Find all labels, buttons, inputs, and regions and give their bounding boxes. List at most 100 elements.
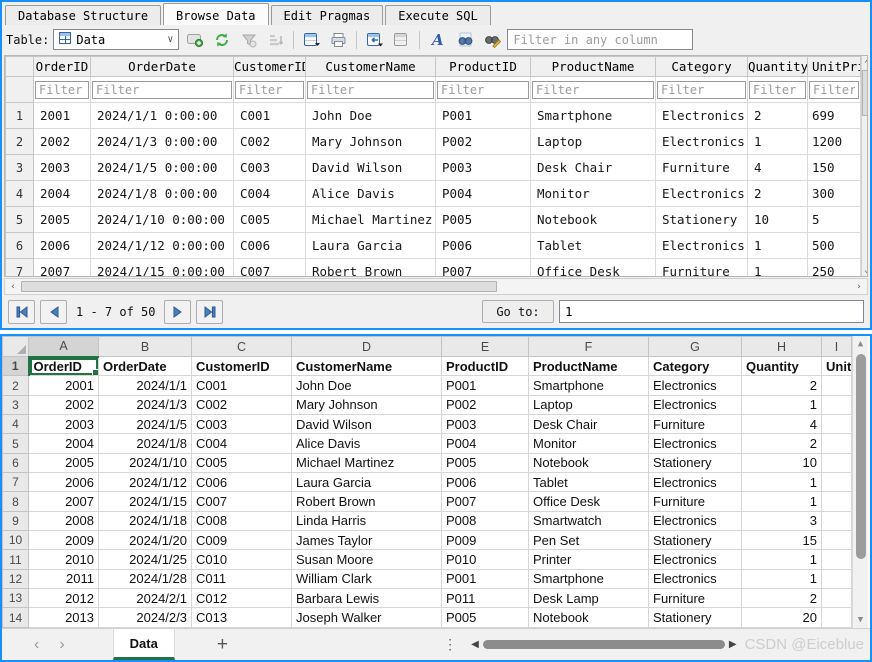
xl-cell[interactable]: C011 (192, 569, 292, 588)
db-filter-input[interactable] (657, 81, 746, 99)
db-cell[interactable]: 150 (808, 155, 861, 181)
db-cell[interactable]: C004 (234, 181, 306, 207)
db-cell[interactable]: Laura Garcia (306, 233, 436, 259)
xl-cell[interactable]: Electronics (649, 569, 742, 588)
db-cell[interactable]: Robert Brown (306, 259, 436, 278)
db-cell[interactable]: Notebook (531, 207, 656, 233)
select-all-cell[interactable] (3, 337, 29, 357)
xl-row[interactable]: 520042024/1/8C004Alice DavisP004MonitorE… (3, 434, 852, 453)
db-cell[interactable]: 250 (808, 259, 861, 278)
xl-cell[interactable]: Furniture (649, 589, 742, 608)
xl-header-row[interactable]: 1OrderIDOrderDateCustomerIDCustomerNameP… (3, 357, 852, 376)
xl-cell[interactable]: Notebook (529, 608, 649, 628)
xl-cell[interactable]: James Taylor (292, 531, 442, 550)
db-column-header[interactable]: ProductID (436, 57, 531, 77)
db-cell[interactable]: Stationery (656, 207, 748, 233)
xl-cell[interactable] (822, 473, 852, 492)
row-number[interactable]: 3 (3, 395, 29, 414)
xl-row[interactable]: 220012024/1/1C001John DoeP001SmartphoneE… (3, 376, 852, 395)
tab-execute-sql[interactable]: Execute SQL (385, 5, 490, 25)
xl-cell[interactable] (822, 511, 852, 530)
scrollbar-thumb[interactable] (856, 354, 866, 559)
db-cell[interactable]: C005 (234, 207, 306, 233)
db-cell[interactable]: Electronics (656, 181, 748, 207)
table-select[interactable]: Data ∨ (53, 29, 179, 50)
xl-cell[interactable]: Electronics (649, 434, 742, 453)
row-number[interactable]: 9 (3, 511, 29, 530)
xl-cell[interactable]: Desk Lamp (529, 589, 649, 608)
xl-cell[interactable]: P005 (442, 453, 529, 472)
xl-cell[interactable]: 2024/1/18 (99, 511, 192, 530)
db-cell[interactable]: 1 (748, 233, 808, 259)
row-number[interactable]: 6 (3, 453, 29, 472)
xl-horizontal-scrollbar[interactable]: ◀ ▶ (471, 639, 736, 650)
save-view-icon[interactable] (300, 28, 323, 51)
xl-header-cell[interactable]: ProductID (442, 357, 529, 376)
db-cell[interactable]: 2 (748, 181, 808, 207)
sheet-prev-icon[interactable]: ‹ (34, 636, 39, 654)
db-cell[interactable]: Tablet (531, 233, 656, 259)
xl-cell[interactable]: C010 (192, 550, 292, 569)
db-cell[interactable]: 1200 (808, 129, 861, 155)
db-cell[interactable]: Furniture (656, 259, 748, 278)
xl-cell[interactable]: 2024/1/25 (99, 550, 192, 569)
db-filter-input[interactable] (235, 81, 304, 99)
xl-cell[interactable]: P003 (442, 415, 529, 434)
xl-cell[interactable]: P011 (442, 589, 529, 608)
xl-cell[interactable]: Printer (529, 550, 649, 569)
find-replace-icon[interactable] (480, 28, 503, 51)
xl-vertical-scrollbar[interactable]: ▲ ▼ (852, 336, 868, 628)
scroll-right-icon[interactable]: ▶ (729, 639, 737, 650)
db-cell[interactable]: 2006 (34, 233, 91, 259)
xl-cell[interactable]: Furniture (649, 492, 742, 511)
db-cell[interactable]: Office Desk (531, 259, 656, 278)
db-horizontal-scrollbar[interactable]: ‹ › (4, 278, 868, 295)
scroll-left-icon[interactable]: ‹ (5, 282, 21, 292)
xl-cell[interactable]: 2001 (29, 376, 99, 395)
xl-header-cell[interactable]: OrderDate (99, 357, 192, 376)
column-header-i[interactable]: I (822, 337, 852, 357)
tab-edit-pragmas[interactable]: Edit Pragmas (271, 5, 384, 25)
column-header-a[interactable]: A (29, 337, 99, 357)
xl-cell[interactable]: 2006 (29, 473, 99, 492)
db-table-row[interactable]: 220022024/1/3 0:00:00C002Mary JohnsonP00… (6, 129, 861, 155)
db-column-header[interactable]: CustomerName (306, 57, 436, 77)
db-cell[interactable]: 2 (748, 103, 808, 129)
clear-filter-icon[interactable] (237, 28, 260, 51)
db-cell[interactable]: Desk Chair (531, 155, 656, 181)
xl-row[interactable]: 420032024/1/5C003David WilsonP003Desk Ch… (3, 415, 852, 434)
xl-cell[interactable]: 2 (742, 589, 822, 608)
db-column-header[interactable]: ProductName (531, 57, 656, 77)
xl-header-cell[interactable]: CustomerName (292, 357, 442, 376)
db-cell[interactable]: 2024/1/3 0:00:00 (91, 129, 234, 155)
db-vertical-scrollbar[interactable]: ⌃ ⌄ (861, 56, 868, 276)
xl-row[interactable]: 1220112024/1/28C011William ClarkP001Smar… (3, 569, 852, 588)
db-cell[interactable]: Mary Johnson (306, 129, 436, 155)
db-cell[interactable]: P001 (436, 103, 531, 129)
xl-cell[interactable]: Electronics (649, 395, 742, 414)
xl-cell[interactable]: Stationery (649, 608, 742, 628)
xl-row[interactable]: 1420132024/2/3C013Joseph WalkerP005Noteb… (3, 608, 852, 628)
xl-cell[interactable]: Pen Set (529, 531, 649, 550)
xl-cell[interactable]: 2002 (29, 395, 99, 414)
db-cell[interactable]: Electronics (656, 233, 748, 259)
db-cell[interactable]: 2001 (34, 103, 91, 129)
db-filter-input[interactable] (809, 81, 859, 99)
goto-record-input[interactable] (559, 300, 864, 323)
db-table-row[interactable]: 620062024/1/12 0:00:00C006Laura GarciaP0… (6, 233, 861, 259)
xl-header-cell[interactable]: OrderID (29, 357, 99, 376)
xl-cell[interactable] (822, 395, 852, 414)
db-cell[interactable]: P004 (436, 181, 531, 207)
xl-cell[interactable]: 1 (742, 569, 822, 588)
row-number[interactable]: 1 (3, 357, 29, 376)
xl-cell[interactable]: Tablet (529, 473, 649, 492)
xl-cell[interactable]: P010 (442, 550, 529, 569)
xl-cell[interactable]: P001 (442, 376, 529, 395)
import-icon[interactable] (363, 28, 386, 51)
row-number[interactable]: 11 (3, 550, 29, 569)
scrollbar-thumb[interactable] (21, 281, 497, 292)
xl-cell[interactable]: C009 (192, 531, 292, 550)
xl-cell[interactable]: 15 (742, 531, 822, 550)
xl-cell[interactable]: Smartphone (529, 376, 649, 395)
xl-cell[interactable]: 2024/1/1 (99, 376, 192, 395)
